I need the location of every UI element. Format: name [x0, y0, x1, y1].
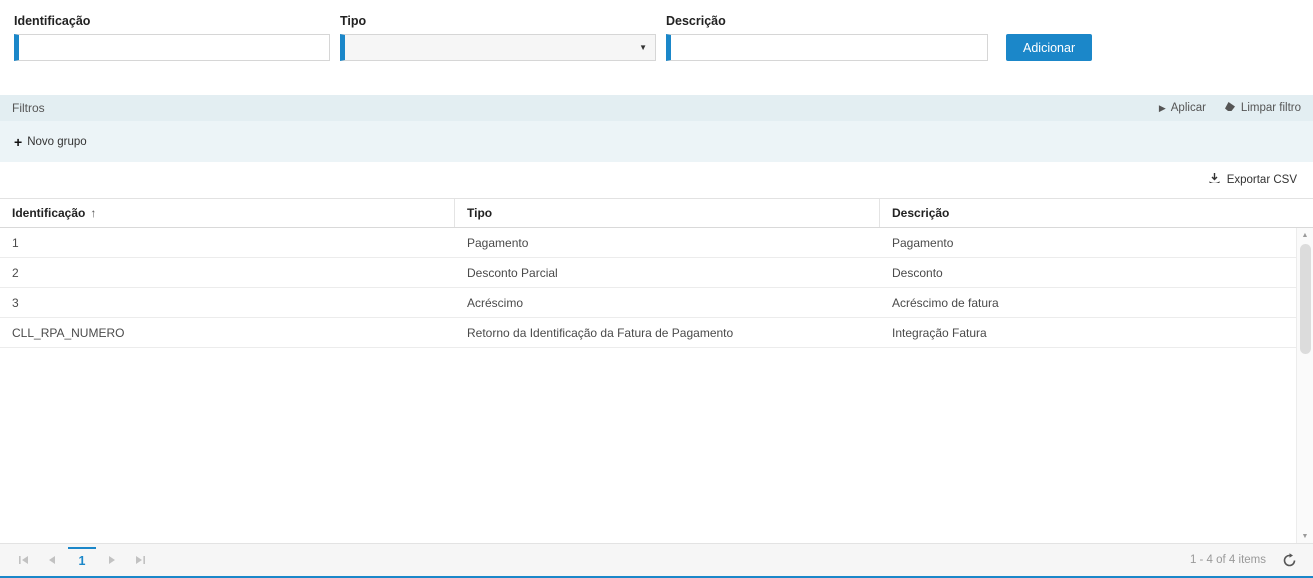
export-row: Exportar CSV [0, 162, 1313, 198]
eraser-icon [1224, 101, 1236, 115]
cell-descricao: Desconto [880, 258, 1313, 287]
cell-identificacao: 2 [0, 258, 455, 287]
cell-tipo: Desconto Parcial [455, 258, 880, 287]
scroll-down-icon[interactable]: ▼ [1297, 529, 1313, 543]
column-header-identificacao[interactable]: Identificação ↑ [0, 199, 455, 227]
export-csv-label: Exportar CSV [1227, 174, 1297, 186]
vertical-scrollbar[interactable]: ▲ ▼ [1296, 228, 1313, 543]
field-descricao: Descrição [666, 14, 988, 61]
column-header-label: Descrição [892, 206, 949, 220]
cell-tipo: Acréscimo [455, 288, 880, 317]
apply-filter-button[interactable]: ▶ Aplicar [1159, 102, 1206, 114]
table-row[interactable]: 3 Acréscimo Acréscimo de fatura [0, 288, 1313, 318]
pager-right: 1 - 4 of 4 items [1190, 553, 1303, 568]
download-icon [1208, 172, 1221, 188]
chevron-down-icon: ▼ [639, 43, 647, 52]
filter-actions: ▶ Aplicar Limpar filtro [1159, 101, 1301, 115]
last-page-button[interactable] [126, 547, 154, 573]
pager-info: 1 - 4 of 4 items [1190, 554, 1266, 566]
cell-tipo: Retorno da Identificação da Fatura de Pa… [455, 318, 880, 347]
table-row[interactable]: 1 Pagamento Pagamento [0, 228, 1313, 258]
cell-descricao: Pagamento [880, 228, 1313, 257]
cell-tipo: Pagamento [455, 228, 880, 257]
descricao-input[interactable] [666, 34, 988, 61]
next-page-button[interactable] [98, 547, 126, 573]
grid-body: 1 Pagamento Pagamento 2 Desconto Parcial… [0, 228, 1313, 348]
table-row[interactable]: CLL_RPA_NUMERO Retorno da Identificação … [0, 318, 1313, 348]
data-grid: Identificação ↑ Tipo Descrição 1 Pagamen… [0, 198, 1313, 543]
clear-filter-button[interactable]: Limpar filtro [1224, 101, 1301, 115]
column-header-tipo[interactable]: Tipo [455, 199, 880, 227]
filters-panel: Filtros ▶ Aplicar Limpar filtro + Novo g… [0, 95, 1313, 162]
descricao-label: Descrição [666, 14, 988, 28]
scrollbar-thumb[interactable] [1300, 244, 1311, 354]
play-icon: ▶ [1159, 103, 1166, 114]
identificacao-input[interactable] [14, 34, 330, 61]
cell-descricao: Acréscimo de fatura [880, 288, 1313, 317]
cell-descricao: Integração Fatura [880, 318, 1313, 347]
scroll-up-icon[interactable]: ▲ [1297, 228, 1313, 242]
tipo-select[interactable]: ▼ [340, 34, 656, 61]
field-identificacao: Identificação [14, 14, 330, 61]
filters-body: + Novo grupo [0, 121, 1313, 162]
previous-page-button[interactable] [38, 547, 66, 573]
cell-identificacao: CLL_RPA_NUMERO [0, 318, 455, 347]
column-header-label: Identificação [12, 206, 85, 220]
first-page-button[interactable] [10, 547, 38, 573]
column-header-descricao[interactable]: Descrição [880, 199, 1313, 227]
apply-filter-label: Aplicar [1171, 102, 1206, 114]
new-group-label: Novo grupo [27, 136, 86, 148]
tipo-label: Tipo [340, 14, 656, 28]
table-row[interactable]: 2 Desconto Parcial Desconto [0, 258, 1313, 288]
export-csv-button[interactable]: Exportar CSV [1208, 172, 1297, 188]
new-group-button[interactable]: + Novo grupo [14, 135, 87, 149]
filters-header: Filtros ▶ Aplicar Limpar filtro [0, 95, 1313, 121]
identificacao-label: Identificação [14, 14, 330, 28]
field-tipo: Tipo ▼ [340, 14, 656, 61]
page-number-1[interactable]: 1 [68, 547, 96, 573]
clear-filter-label: Limpar filtro [1241, 102, 1301, 114]
column-header-label: Tipo [467, 206, 492, 220]
sort-ascending-icon: ↑ [90, 206, 96, 220]
plus-icon: + [14, 135, 22, 149]
add-record-form: Identificação Tipo ▼ Descrição Adicionar [0, 0, 1313, 61]
cell-identificacao: 1 [0, 228, 455, 257]
refresh-icon[interactable] [1282, 553, 1303, 568]
add-button[interactable]: Adicionar [1006, 34, 1092, 61]
filters-title: Filtros [12, 101, 1159, 115]
grid-header: Identificação ↑ Tipo Descrição [0, 199, 1313, 228]
cell-identificacao: 3 [0, 288, 455, 317]
grid-pager: 1 1 - 4 of 4 items [0, 543, 1313, 576]
